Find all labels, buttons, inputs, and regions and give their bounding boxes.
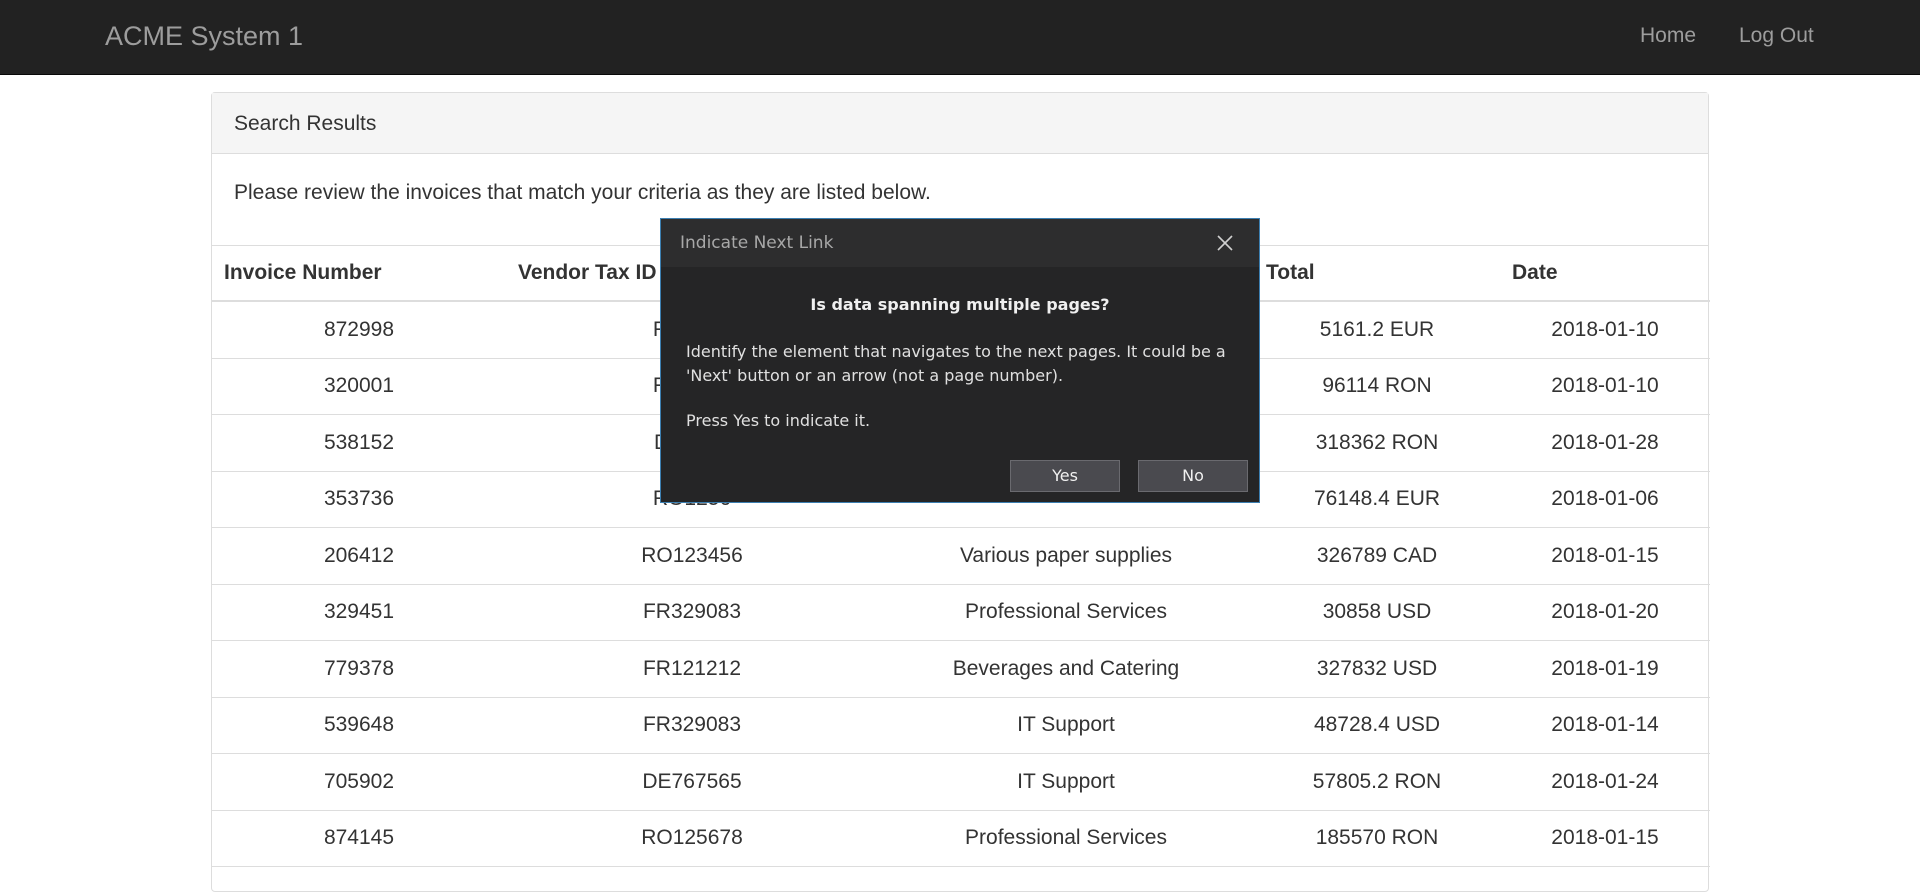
description-cell: Professional Services xyxy=(878,810,1254,867)
invoice-number-cell: 206412 xyxy=(212,527,506,585)
vendor-tax-id-cell: RO123456 xyxy=(506,527,878,585)
total-cell: 326789 CAD xyxy=(1254,527,1500,585)
description-cell: IT Support xyxy=(878,753,1254,811)
table-row: 329451 FR329083 Professional Services 30858… xyxy=(212,584,1710,641)
total-cell: 185570 RON xyxy=(1254,810,1500,867)
date-cell: 2018-01-24 xyxy=(1500,753,1710,811)
table-row: 705902 DE767565 IT Support 57805.2 RON 2018-… xyxy=(212,753,1710,811)
column-header-date: Date xyxy=(1500,246,1710,302)
nav-logout-link[interactable]: Log Out xyxy=(1739,23,1814,49)
indicate-next-link-dialog: Indicate Next Link Is data spanning mult… xyxy=(660,218,1260,503)
total-cell: 57805.2 RON xyxy=(1254,753,1500,811)
total-cell: 96114 RON xyxy=(1254,358,1500,415)
vendor-tax-id-cell: RO125678 xyxy=(506,810,878,867)
column-header-total: Total xyxy=(1254,246,1500,302)
dialog-heading: Is data spanning multiple pages? xyxy=(810,295,1110,314)
description-cell: Various paper supplies xyxy=(878,527,1254,585)
vendor-tax-id-cell: FR121212 xyxy=(506,640,878,698)
total-cell: 76148.4 EUR xyxy=(1254,471,1500,528)
date-cell: 2018-01-20 xyxy=(1500,584,1710,641)
total-cell: 318362 RON xyxy=(1254,414,1500,472)
nav-home-link[interactable]: Home xyxy=(1640,23,1696,49)
total-cell: 5161.2 EUR xyxy=(1254,301,1500,359)
dialog-prompt: Press Yes to indicate it. xyxy=(686,411,871,430)
total-cell: 327832 USD xyxy=(1254,640,1500,698)
table-row: 779378 FR121212 Beverages and Catering 3278… xyxy=(212,640,1710,698)
invoice-number-cell: 539648 xyxy=(212,697,506,754)
date-cell: 2018-01-28 xyxy=(1500,414,1710,472)
no-button[interactable]: No xyxy=(1138,460,1248,492)
dialog-instructions: Identify the element that navigates to t… xyxy=(686,342,1226,385)
panel-heading: Search Results xyxy=(212,93,1708,154)
column-header-invoice-number: Invoice Number xyxy=(212,246,506,302)
invoice-number-cell: 538152 xyxy=(212,414,506,472)
invoice-number-cell: 329451 xyxy=(212,584,506,641)
date-cell: 2018-01-19 xyxy=(1500,640,1710,698)
description-cell: Professional Services xyxy=(878,584,1254,641)
invoice-number-cell: 320001 xyxy=(212,358,506,415)
date-cell: 2018-01-06 xyxy=(1500,471,1710,528)
close-icon[interactable] xyxy=(1213,231,1237,255)
date-cell: 2018-01-10 xyxy=(1500,301,1710,359)
brand-link[interactable]: ACME System 1 xyxy=(105,20,303,52)
dialog-title: Indicate Next Link xyxy=(680,233,834,253)
yes-button[interactable]: Yes xyxy=(1010,460,1120,492)
invoice-number-cell: 779378 xyxy=(212,640,506,698)
table-row: 874145 RO125678 Professional Services 18557… xyxy=(212,810,1710,867)
dialog-titlebar: Indicate Next Link xyxy=(661,219,1259,267)
vendor-tax-id-cell: FR329083 xyxy=(506,697,878,754)
invoice-number-cell: 353736 xyxy=(212,471,506,528)
table-row: 539648 FR329083 IT Support 48728.4 USD 2018-… xyxy=(212,697,1710,754)
date-cell: 2018-01-10 xyxy=(1500,358,1710,415)
date-cell: 2018-01-15 xyxy=(1500,810,1710,867)
total-cell: 48728.4 USD xyxy=(1254,697,1500,754)
date-cell: 2018-01-14 xyxy=(1500,697,1710,754)
vendor-tax-id-cell: DE767565 xyxy=(506,753,878,811)
date-cell: 2018-01-15 xyxy=(1500,527,1710,585)
description-cell: Beverages and Catering xyxy=(878,640,1254,698)
invoice-number-cell: 705902 xyxy=(212,753,506,811)
invoice-number-cell: 872998 xyxy=(212,301,506,359)
invoice-number-cell: 874145 xyxy=(212,810,506,867)
vendor-tax-id-cell: FR329083 xyxy=(506,584,878,641)
total-cell: 30858 USD xyxy=(1254,584,1500,641)
table-row: 206412 RO123456 Various paper supplies 3267… xyxy=(212,527,1710,585)
top-navbar: ACME System 1 Home Log Out xyxy=(0,0,1920,75)
description-cell: IT Support xyxy=(878,697,1254,754)
